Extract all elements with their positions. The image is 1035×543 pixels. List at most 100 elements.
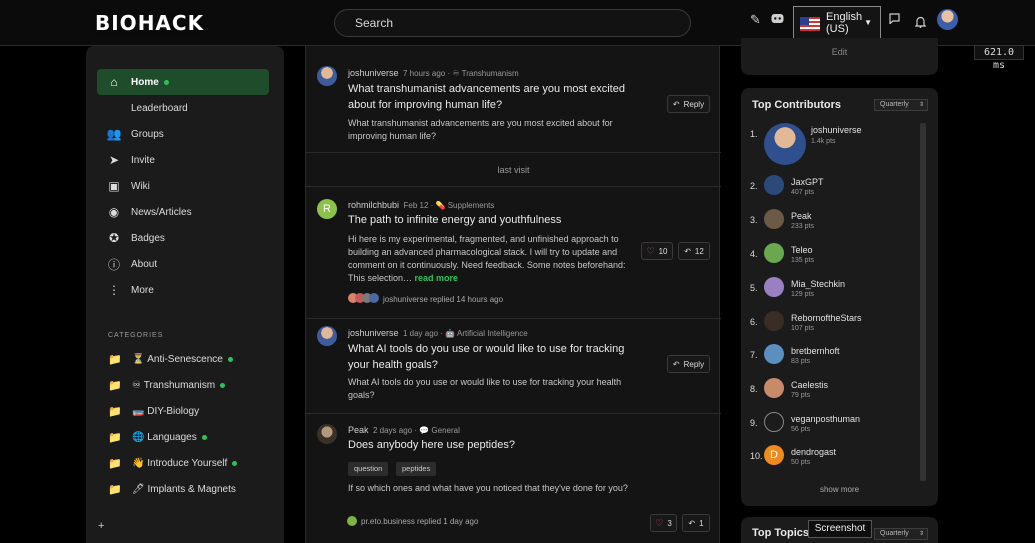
reply-button[interactable]: ↶ 1 bbox=[682, 514, 710, 532]
pencil-icon[interactable]: ✎ bbox=[750, 12, 761, 28]
tag-chip[interactable]: question bbox=[348, 462, 389, 476]
post-title[interactable]: What AI tools do you use or would like t… bbox=[348, 341, 648, 373]
bell-icon[interactable] bbox=[914, 16, 927, 31]
category-implants-magnets[interactable]: 📁 🖊 Implants & Magnets bbox=[108, 479, 236, 499]
home-icon: ⌂ bbox=[110, 75, 118, 89]
reply-button[interactable]: ↶ 12 bbox=[678, 242, 710, 260]
search-input[interactable]: Search bbox=[334, 9, 691, 37]
post-body: What transhumanist advancements are you … bbox=[348, 118, 613, 141]
author-avatar[interactable]: R bbox=[317, 199, 337, 219]
period-select[interactable]: Quarterly ⇕ bbox=[874, 99, 928, 111]
add-icon[interactable]: + bbox=[98, 520, 104, 532]
nav-about[interactable]: ⓘ About bbox=[97, 251, 269, 277]
contributor-avatar[interactable]: D bbox=[764, 445, 784, 465]
screenshot-tooltip: Screenshot bbox=[808, 520, 872, 538]
reply-icon: ↶ bbox=[688, 518, 696, 528]
language-selector[interactable]: English (US) ▼ bbox=[793, 6, 881, 40]
discord-icon[interactable] bbox=[771, 12, 784, 27]
post-title[interactable]: Does anybody here use peptides? bbox=[348, 437, 648, 453]
nav-groups[interactable]: 👥 Groups bbox=[97, 121, 269, 147]
users-icon: 👥 bbox=[106, 127, 122, 141]
contributor-avatar[interactable] bbox=[764, 311, 784, 331]
like-button[interactable]: ♡ 10 bbox=[641, 242, 673, 260]
rss-icon: ◉ bbox=[108, 205, 120, 219]
nav-home[interactable]: ⌂ Home bbox=[97, 69, 269, 95]
heart-icon: ♡ bbox=[646, 245, 655, 256]
scrollbar[interactable] bbox=[920, 123, 926, 481]
perf-readout: 621.0 ms bbox=[974, 45, 1024, 71]
online-dot bbox=[201, 434, 207, 440]
author-avatar[interactable] bbox=[317, 326, 337, 346]
author-avatar[interactable] bbox=[317, 424, 337, 444]
contributor-avatar[interactable] bbox=[764, 344, 784, 364]
read-more-link[interactable]: read more bbox=[415, 273, 459, 283]
post-feed: joshuniverse 7 hours ago · ♾ Transhumani… bbox=[305, 46, 721, 543]
contributor-avatar[interactable] bbox=[764, 123, 806, 165]
contributors-title: Top Contributors bbox=[752, 99, 841, 111]
heart-icon: ♡ bbox=[655, 517, 664, 528]
category-languages[interactable]: 📁 🌐 Languages bbox=[108, 427, 207, 447]
post-item[interactable]: joshuniverse 1 day ago · 🤖 Artificial In… bbox=[306, 319, 721, 414]
user-avatar[interactable] bbox=[937, 9, 958, 30]
nav-badges[interactable]: ✪ Badges bbox=[97, 225, 269, 251]
folder-icon: 📁 bbox=[108, 353, 122, 366]
post-title[interactable]: What transhumanist advancements are you … bbox=[348, 81, 648, 113]
post-meta: joshuniverse 7 hours ago · ♾ Transhumani… bbox=[348, 68, 519, 78]
online-dot bbox=[163, 79, 169, 85]
profile-card: Edit bbox=[741, 38, 938, 75]
online-dot bbox=[220, 382, 226, 388]
post-title[interactable]: The path to infinite energy and youthful… bbox=[348, 212, 648, 228]
chevron-updown-icon: ⇕ bbox=[918, 102, 924, 108]
contributor-avatar[interactable] bbox=[764, 412, 784, 432]
folder-icon: 📁 bbox=[108, 457, 122, 470]
contributor-avatar[interactable] bbox=[764, 378, 784, 398]
chevron-updown-icon: ⇕ bbox=[918, 531, 924, 537]
topics-period-select[interactable]: Quarterly ⇕ bbox=[874, 528, 928, 540]
topics-title: Top Topics bbox=[752, 527, 810, 539]
category-anti-senescence[interactable]: 📁 ⏳ Anti-Senescence bbox=[108, 349, 233, 369]
post-item[interactable]: R rohmilchbubi Feb 12 · 💊 Supplements Th… bbox=[306, 188, 721, 319]
folder-icon: 📁 bbox=[108, 483, 122, 496]
edit-link[interactable]: Edit bbox=[741, 47, 938, 57]
category-transhumanism[interactable]: 📁 ♾ Transhumanism bbox=[108, 375, 226, 395]
reply-icon: ↶ bbox=[684, 246, 691, 256]
last-reply: pr.eto.business replied 1 day ago bbox=[347, 516, 478, 526]
site-logo[interactable]: BIOHACK bbox=[92, 10, 203, 36]
nav-leaderboard[interactable]: Leaderboard bbox=[97, 95, 269, 121]
tag-chip[interactable]: peptides bbox=[396, 462, 437, 476]
like-button[interactable]: ♡ 3 bbox=[650, 514, 677, 532]
nav-wiki[interactable]: ▣ Wiki bbox=[97, 173, 269, 199]
contributor-avatar[interactable] bbox=[764, 175, 784, 195]
show-more-link[interactable]: show more bbox=[741, 485, 938, 494]
replier-avatars bbox=[348, 293, 379, 305]
nav-more[interactable]: ⋮ More bbox=[97, 277, 269, 303]
reply-button[interactable]: ↶ Reply bbox=[667, 355, 710, 373]
category-introduce-yourself[interactable]: 📁 👋 Introduce Yourself bbox=[108, 453, 238, 473]
reply-button[interactable]: ↶ Reply bbox=[667, 95, 710, 113]
folder-icon: 📁 bbox=[108, 431, 122, 444]
post-meta: joshuniverse 1 day ago · 🤖 Artificial In… bbox=[348, 328, 528, 338]
post-body: What AI tools do you use or would like t… bbox=[348, 377, 622, 400]
chat-icon[interactable] bbox=[889, 12, 900, 27]
online-dot bbox=[232, 460, 238, 466]
nav-news[interactable]: ◉ News/Articles bbox=[97, 199, 269, 225]
chevron-down-icon: ▼ bbox=[864, 18, 872, 27]
left-sidebar: ⌂ Home Leaderboard 👥 Groups ➤ Invite ▣ Wiki … bbox=[86, 46, 284, 543]
last-reply: joshuniverse replied 14 hours ago bbox=[348, 293, 503, 305]
last-visit-divider: last visit bbox=[306, 153, 721, 187]
info-icon: ⓘ bbox=[107, 257, 120, 272]
top-contributors-card: Top Contributors Quarterly ⇕ 1. joshunive… bbox=[741, 88, 938, 506]
category-diy-biology[interactable]: 📁 🧫 DIY-Biology bbox=[108, 401, 199, 421]
badge-icon: ✪ bbox=[108, 231, 120, 245]
contributor-avatar[interactable] bbox=[764, 277, 784, 297]
language-label: English (US) bbox=[826, 11, 863, 35]
contributor-avatar[interactable] bbox=[764, 243, 784, 263]
folder-icon: 📁 bbox=[108, 405, 122, 418]
post-meta: rohmilchbubi Feb 12 · 💊 Supplements bbox=[348, 200, 495, 210]
contributor-avatar[interactable] bbox=[764, 209, 784, 229]
post-body: Hi here is my experimental, fragmented, … bbox=[348, 234, 626, 283]
author-avatar[interactable] bbox=[317, 66, 337, 86]
categories-heading: CATEGORIES bbox=[108, 332, 164, 339]
post-item[interactable]: joshuniverse 7 hours ago · ♾ Transhumani… bbox=[306, 46, 721, 153]
nav-invite[interactable]: ➤ Invite bbox=[97, 147, 269, 173]
